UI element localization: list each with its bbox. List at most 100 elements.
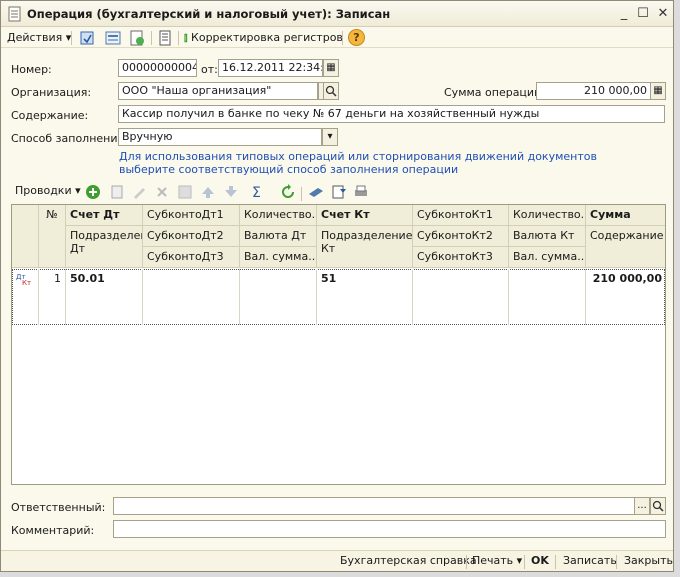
postings-table[interactable]: № Счет Дт СубконтоДт1 Количество... Счет… (11, 204, 666, 485)
move-up-icon[interactable] (200, 184, 216, 200)
toolbar-separator (151, 31, 152, 45)
search-icon[interactable] (323, 82, 339, 100)
quantity-dt-cell[interactable] (240, 269, 317, 325)
column-header-currency-sum-kt[interactable]: Вал. сумма... (509, 247, 586, 268)
content-field[interactable]: Кассир получил в банке по чеку № 67 день… (118, 105, 665, 123)
fill-hint-line2[interactable]: выберите соответствующий способ заполнен… (119, 163, 458, 176)
close-window-button[interactable]: ✕ (653, 4, 673, 24)
column-header-quantity-dt[interactable]: Количество... (240, 205, 317, 226)
filter-icon[interactable] (331, 184, 347, 200)
document-icon (8, 6, 21, 22)
operation-sum-label: Сумма операции: (444, 86, 545, 99)
svg-text:Кт: Кт (22, 279, 31, 286)
column-header-currency-dt[interactable]: Валюта Дт (240, 226, 317, 247)
posting-type-icon: Дт Кт (16, 273, 31, 287)
dropdown-arrow-icon: ▾ (71, 184, 81, 197)
column-header-subconto-kt3[interactable]: СубконтоКт3 (413, 247, 509, 268)
registers-label: Корректировка регистров (191, 31, 343, 44)
sort-icon[interactable] (308, 184, 324, 200)
debit-account-cell[interactable]: 50.01 (66, 269, 143, 325)
end-edit-icon[interactable] (177, 184, 193, 200)
credit-account-cell[interactable]: 51 (317, 269, 413, 325)
number-label: Номер: (11, 63, 52, 76)
print-button[interactable]: Печать ▾ (472, 554, 522, 567)
add-row-icon[interactable] (85, 184, 101, 200)
content-label: Содержание: (11, 109, 89, 122)
column-header-number[interactable]: № (39, 205, 66, 268)
column-header-division-kt[interactable]: Подразделение Кт (317, 226, 413, 268)
calendar-icon[interactable]: ▦ (323, 59, 339, 77)
date-field[interactable]: 16.12.2011 22:34:18 (218, 59, 323, 77)
column-header-credit-account[interactable]: Счет Кт (317, 205, 413, 226)
title-bar: Операция (бухгалтерский и налоговый учет… (1, 1, 673, 27)
edit-row-icon[interactable] (131, 184, 147, 200)
structure-icon[interactable] (157, 30, 173, 46)
subconto-dt-cell[interactable] (143, 269, 240, 325)
subconto-kt-cell[interactable] (413, 269, 509, 325)
operation-sum-field[interactable]: 210 000,00 (536, 82, 651, 100)
fill-method-select[interactable]: Вручную (118, 128, 322, 146)
comment-label: Комментарий: (11, 524, 95, 537)
command-separator (524, 555, 525, 569)
magnifier-icon (325, 85, 337, 97)
date-label: от: (201, 63, 218, 76)
command-separator (466, 555, 467, 569)
postings-menu[interactable]: Проводки ▾ (15, 182, 81, 200)
column-header-subconto-kt1[interactable]: СубконтоКт1 (413, 205, 509, 226)
row-number-cell[interactable]: 1 (39, 269, 66, 325)
column-header-description[interactable]: Содержание (586, 226, 665, 268)
column-header-subconto-kt2[interactable]: СубконтоКт2 (413, 226, 509, 247)
copy-row-icon[interactable] (109, 184, 125, 200)
window-title: Операция (бухгалтерский и налоговый учет… (27, 7, 391, 21)
quantity-kt-cell[interactable] (509, 269, 586, 325)
toolbar-separator (71, 31, 72, 45)
search-icon[interactable] (650, 497, 666, 515)
accounting-report-button[interactable]: Бухгалтерская справка (340, 554, 477, 567)
column-header-subconto-dt1[interactable]: СубконтоДт1 (143, 205, 240, 226)
close-button[interactable]: Закрыть (624, 554, 673, 567)
column-header-subconto-dt2[interactable]: СубконтоДт2 (143, 226, 240, 247)
refresh-icon[interactable] (280, 184, 296, 200)
column-header-currency-sum-dt[interactable]: Вал. сумма... (240, 247, 317, 268)
ok-button[interactable]: OK (531, 554, 549, 567)
column-header-subconto-dt3[interactable]: СубконтоДт3 (143, 247, 240, 268)
comment-field[interactable] (113, 520, 666, 538)
amount-cell[interactable]: 210 000,00 (586, 269, 665, 325)
print-label: Печать (472, 554, 514, 567)
chevron-down-icon[interactable]: ▾ (322, 128, 338, 146)
delete-row-icon[interactable] (154, 184, 170, 200)
registers-icon: ⫾ (184, 31, 188, 44)
registers-correction-button[interactable]: ⫾ Корректировка регистров (184, 29, 343, 47)
posting-row-icon: Дт Кт (12, 269, 39, 325)
organization-field[interactable]: ООО "Наша организация" (118, 82, 318, 100)
calculator-icon[interactable]: ▦ (650, 82, 666, 100)
toolbar-separator (301, 187, 302, 201)
sum-icon[interactable]: Σ (251, 184, 267, 200)
column-header-currency-kt[interactable]: Валюта Кт (509, 226, 586, 247)
organization-label: Организация: (11, 86, 92, 99)
minimize-button[interactable]: _ (614, 4, 634, 24)
move-down-icon[interactable] (223, 184, 239, 200)
print-list-icon[interactable] (353, 184, 369, 200)
postings-label: Проводки (15, 184, 72, 197)
dropdown-arrow-icon: ▾ (62, 31, 72, 44)
responsible-label: Ответственный: (11, 501, 106, 514)
refresh-document-icon[interactable] (129, 30, 145, 46)
help-icon[interactable]: ? (348, 29, 365, 46)
svg-text:Σ: Σ (252, 185, 261, 200)
save-button[interactable]: Записать (563, 554, 617, 567)
responsible-field[interactable] (113, 497, 635, 515)
column-header-amount[interactable]: Сумма (586, 205, 665, 226)
save-and-close-icon[interactable] (79, 30, 95, 46)
fill-hint-line1[interactable]: Для использования типовых операций или с… (119, 150, 597, 163)
actions-menu[interactable]: Действия ▾ (7, 29, 71, 47)
select-responsible-button[interactable]: ... (634, 497, 650, 515)
number-field[interactable]: 00000000004 (118, 59, 197, 77)
column-header-division-dt[interactable]: Подразделение Дт (66, 226, 143, 268)
maximize-button[interactable]: ☐ (633, 4, 653, 24)
column-header-debit-account[interactable]: Счет Дт (66, 205, 143, 226)
column-header-quantity-kt[interactable]: Количество... (509, 205, 586, 226)
post-document-icon[interactable] (105, 30, 121, 46)
dropdown-arrow-icon: ▾ (513, 554, 523, 567)
magnifier-icon (652, 500, 664, 512)
